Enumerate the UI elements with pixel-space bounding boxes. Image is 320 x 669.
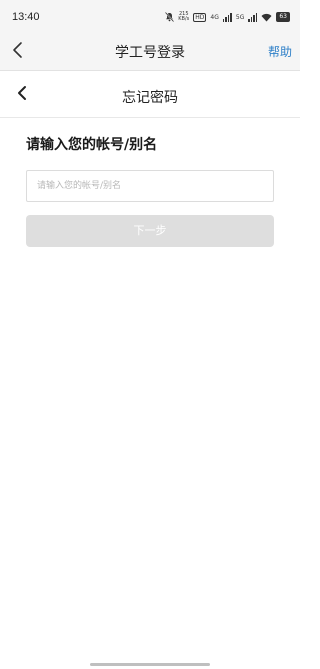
battery-icon: 63 (276, 12, 290, 22)
hd-badge: HD (193, 12, 207, 22)
next-button[interactable]: 下一步 (26, 215, 274, 247)
net-speed: 215 KB/s (178, 12, 189, 22)
sub-header: 忘记密码 (0, 71, 300, 118)
net-speed-unit: KB/s (178, 16, 190, 22)
signal-icon (222, 12, 232, 22)
network-type-2: 5G (235, 13, 245, 21)
page-title: 学工号登录 (115, 45, 185, 61)
app-header: 学工号登录 帮助 (0, 32, 300, 71)
network-type-1: 4G (210, 13, 219, 21)
home-indicator (90, 663, 210, 666)
sub-title: 忘记密码 (122, 90, 178, 106)
account-input[interactable] (26, 170, 274, 202)
status-bar: 13:40 215 KB/s HD 4G 5G 63 (0, 0, 300, 32)
bell-off-icon (165, 12, 175, 22)
status-icons: 215 KB/s HD 4G 5G 63 (165, 11, 290, 23)
signal-icon-2 (248, 12, 258, 22)
form-heading: 请输入您的帐号/别名 (26, 137, 158, 153)
help-link[interactable]: 帮助 (268, 43, 292, 60)
status-time: 13:40 (12, 11, 40, 23)
wifi-icon (261, 13, 272, 22)
